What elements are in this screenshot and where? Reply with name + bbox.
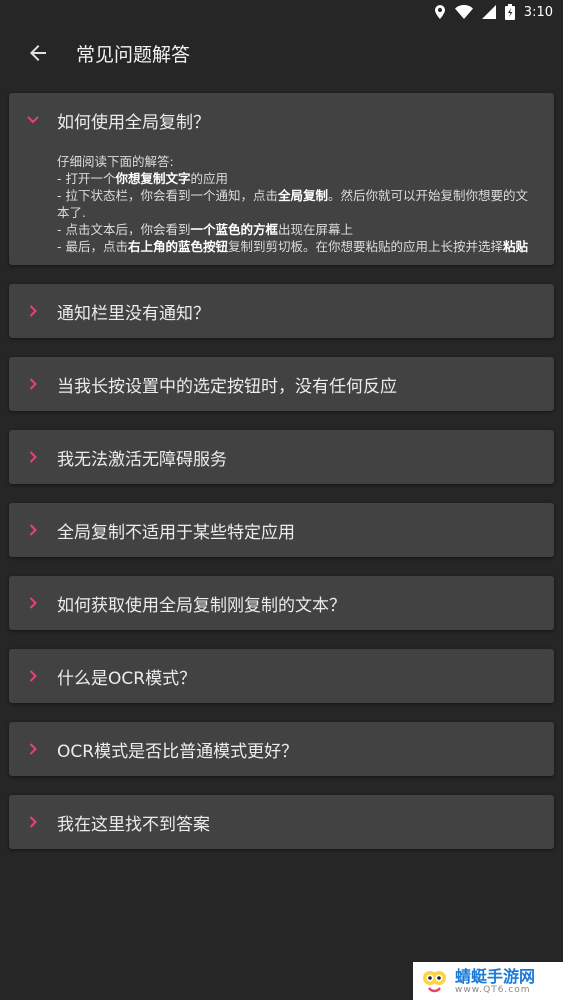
faq-question-text: 通知栏里没有通知？ xyxy=(57,303,210,324)
answer-emphasis: 全局复制 xyxy=(278,188,329,203)
watermark: 蜻蜓手游网 www.QT6.com xyxy=(413,962,563,1000)
faq-question-header[interactable]: 什么是OCR模式？ xyxy=(9,649,554,703)
faq-question-text: 当我长按设置中的选定按钮时，没有任何反应 xyxy=(57,376,397,397)
signal-icon xyxy=(481,5,496,19)
faq-card: OCR模式是否比普通模式更好？ xyxy=(9,722,554,776)
faq-card: 我无法激活无障碍服务 xyxy=(9,430,554,484)
answer-text: 仔细阅读下面的解答: xyxy=(57,154,174,169)
answer-text: - 打开一个 xyxy=(57,171,116,186)
app-bar: 常见问题解答 xyxy=(0,24,563,82)
faq-answer: 仔细阅读下面的解答: - 打开一个你想复制文字的应用 - 拉下状态栏，你会看到一个通… xyxy=(9,147,554,265)
location-icon xyxy=(434,5,445,19)
faq-question-header[interactable]: 全局复制不适用于某些特定应用 xyxy=(9,503,554,557)
chevron-right-icon xyxy=(9,378,57,390)
answer-emphasis: 一个蓝色的方框 xyxy=(190,222,278,237)
faq-question-text: 我无法激活无障碍服务 xyxy=(57,449,227,470)
faq-card: 全局复制不适用于某些特定应用 xyxy=(9,503,554,557)
faq-card: 我在这里找不到答案 xyxy=(9,795,554,849)
status-bar: 3:10 xyxy=(0,0,563,24)
faq-card: 当我长按设置中的选定按钮时，没有任何反应 xyxy=(9,357,554,411)
faq-question-text: 全局复制不适用于某些特定应用 xyxy=(57,522,295,543)
chevron-right-icon xyxy=(9,816,57,828)
faq-question-header[interactable]: 当我长按设置中的选定按钮时，没有任何反应 xyxy=(9,357,554,411)
faq-card: 如何使用全局复制？ 仔细阅读下面的解答: - 打开一个你想复制文字的应用 - 拉下状态… xyxy=(9,93,554,265)
faq-question-header[interactable]: 我在这里找不到答案 xyxy=(9,795,554,849)
chevron-right-icon xyxy=(9,305,57,317)
faq-question-text: 我在这里找不到答案 xyxy=(57,814,210,835)
watermark-title: 蜻蜓手游网 xyxy=(455,966,536,986)
answer-line: 仔细阅读下面的解答: xyxy=(57,153,540,170)
wifi-icon xyxy=(454,5,473,19)
faq-card: 如何获取使用全局复制刚复制的文本？ xyxy=(9,576,554,630)
answer-text: 出现在屏幕上 xyxy=(278,222,354,237)
faq-list: 如何使用全局复制？ 仔细阅读下面的解答: - 打开一个你想复制文字的应用 - 拉下状态… xyxy=(9,93,554,868)
faq-question-header[interactable]: 如何使用全局复制？ xyxy=(9,93,554,147)
faq-card: 通知栏里没有通知？ xyxy=(9,284,554,338)
faq-question-text: 如何使用全局复制？ xyxy=(57,112,210,133)
faq-question-header[interactable]: 如何获取使用全局复制刚复制的文本？ xyxy=(9,576,554,630)
answer-text: 的应用 xyxy=(190,171,229,186)
chevron-right-icon xyxy=(9,524,57,536)
faq-question-text: 什么是OCR模式？ xyxy=(57,668,197,689)
battery-icon xyxy=(504,4,515,20)
faq-question-header[interactable]: OCR模式是否比普通模式更好？ xyxy=(9,722,554,776)
answer-line: - 点击文本后，你会看到一个蓝色的方框出现在屏幕上 xyxy=(57,221,540,238)
status-time: 3:10 xyxy=(523,4,553,20)
answer-emphasis: 你想复制文字 xyxy=(115,171,191,186)
back-button[interactable] xyxy=(10,25,66,81)
answer-line: - 打开一个你想复制文字的应用 xyxy=(57,170,540,187)
answer-text: 复制到剪切板。在你想要粘贴的应用上长按并选择 xyxy=(228,239,504,254)
chevron-right-icon xyxy=(9,670,57,682)
faq-card: 什么是OCR模式？ xyxy=(9,649,554,703)
watermark-url: www.QT6.com xyxy=(455,984,531,995)
answer-emphasis: 粘贴 xyxy=(503,239,529,254)
dragonfly-logo-icon xyxy=(423,971,446,993)
answer-emphasis: 右上角的蓝色按钮 xyxy=(127,239,228,254)
answer-text: - 拉下状态栏，你会看到一个通知，点击 xyxy=(57,188,278,203)
answer-line: - 拉下状态栏，你会看到一个通知，点击全局复制。然后你就可以开始复制你想要的文本… xyxy=(57,187,540,221)
faq-question-header[interactable]: 通知栏里没有通知？ xyxy=(9,284,554,338)
faq-question-header[interactable]: 我无法激活无障碍服务 xyxy=(9,430,554,484)
chevron-right-icon xyxy=(9,451,57,463)
chevron-right-icon xyxy=(9,597,57,609)
page-title: 常见问题解答 xyxy=(76,43,191,66)
chevron-right-icon xyxy=(9,743,57,755)
faq-question-text: 如何获取使用全局复制刚复制的文本？ xyxy=(57,595,346,616)
answer-text: - 最后，点击 xyxy=(57,239,128,254)
answer-line: - 最后，点击右上角的蓝色按钮复制到剪切板。在你想要粘贴的应用上长按并选择粘贴 xyxy=(57,238,540,255)
arrow-back-icon xyxy=(30,45,46,61)
chevron-down-icon xyxy=(9,116,57,124)
answer-text: - 点击文本后，你会看到 xyxy=(57,222,191,237)
faq-question-text: OCR模式是否比普通模式更好？ xyxy=(57,741,299,762)
